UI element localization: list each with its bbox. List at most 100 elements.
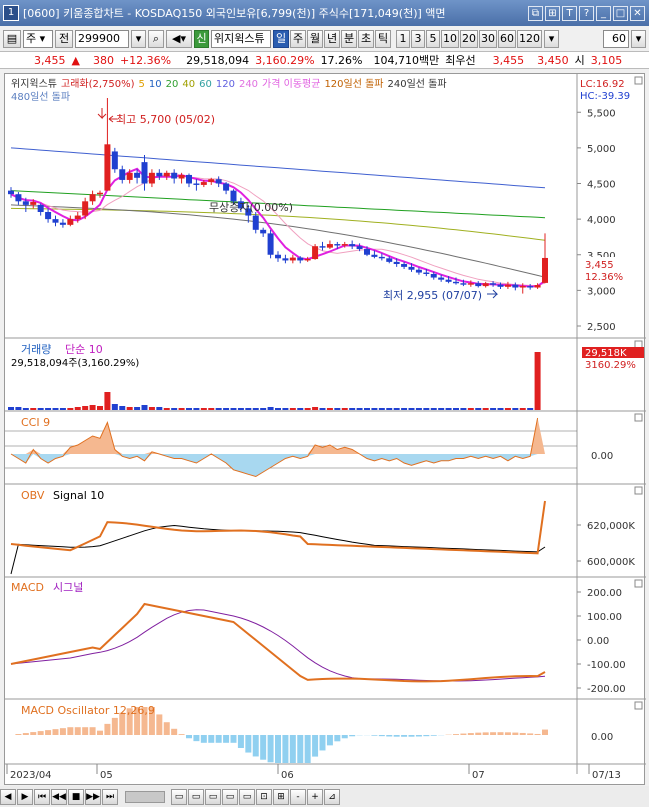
window-button-6[interactable]: ✕ — [630, 5, 645, 21]
volume-bar — [237, 408, 244, 410]
nav-button-10[interactable]: ▭ — [222, 788, 238, 805]
nav-button-8[interactable]: ▭ — [188, 788, 204, 805]
osc-bar — [319, 735, 326, 751]
volume-bar — [156, 407, 163, 410]
candle-body — [111, 151, 118, 170]
candle-body — [297, 257, 304, 261]
osc-bar — [223, 735, 230, 743]
nav-button-14[interactable]: - — [290, 788, 306, 805]
candle-body — [289, 257, 296, 261]
candle-body — [430, 273, 437, 278]
candle-body — [141, 162, 148, 184]
window-button-2[interactable]: T — [562, 5, 577, 21]
volume-bar — [475, 408, 482, 410]
candle-body — [223, 183, 230, 191]
candle-body — [97, 192, 103, 195]
minute-tab[interactable]: 5 — [426, 30, 440, 48]
volume-bar — [304, 408, 311, 410]
window-button-4[interactable]: _ — [596, 5, 611, 21]
osc-bar — [490, 732, 497, 735]
candle-body — [156, 172, 163, 177]
window-button-1[interactable]: ⊞ — [545, 5, 560, 21]
candle-body — [193, 183, 200, 185]
nav-button-4[interactable]: ■ — [68, 788, 84, 805]
nav-button-6[interactable]: ⏭ — [102, 788, 118, 805]
nav-button-2[interactable]: ⏮ — [34, 788, 50, 805]
volume-bar — [141, 405, 148, 410]
nav-button-15[interactable]: + — [307, 788, 323, 805]
search-icon[interactable]: ▤ — [3, 30, 21, 48]
minute-tab[interactable]: 30 — [479, 30, 497, 48]
period-tab[interactable]: 일 — [273, 30, 289, 48]
volume-bar — [178, 408, 185, 410]
osc-bar — [289, 735, 296, 763]
minute-tab[interactable]: 1 — [396, 30, 410, 48]
window-button-5[interactable]: □ — [613, 5, 628, 21]
nav-button-5[interactable]: ▶▶ — [85, 788, 101, 805]
candle-body — [282, 258, 289, 261]
osc-bar — [45, 730, 52, 735]
candle-body — [341, 244, 348, 246]
signal-badge[interactable]: 신 — [194, 30, 209, 48]
osc-bar — [415, 735, 422, 737]
nav-button-16[interactable]: ⊿ — [324, 788, 340, 805]
period-tab[interactable]: 년 — [324, 30, 340, 48]
candle-body — [423, 272, 430, 274]
minute-tab[interactable]: 20 — [460, 30, 478, 48]
window-number: 1 — [3, 5, 19, 21]
osc-bar — [326, 735, 333, 746]
nav-button-11[interactable]: ▭ — [239, 788, 255, 805]
dropdown-icon[interactable]: ▾ — [544, 30, 559, 48]
obv-title: OBV — [21, 489, 45, 502]
nav-button-1[interactable]: ▶ — [17, 788, 33, 805]
period-tab[interactable]: 월 — [307, 30, 323, 48]
period-tabs: 일주월년분초틱 — [273, 30, 391, 48]
osc-bar — [504, 732, 511, 735]
chart-svg[interactable]: 5,5005,0004,5004,0003,5003,0002,500 위지윅스… — [5, 74, 646, 786]
osc-bar — [30, 732, 37, 735]
minute-tab[interactable]: 60 — [498, 30, 516, 48]
osc-bar — [193, 735, 200, 742]
nav-button-13[interactable]: ⊞ — [273, 788, 289, 805]
nav-button-0[interactable]: ◀ — [0, 788, 16, 805]
speaker-icon[interactable]: ◀▾ — [166, 30, 192, 48]
osc-bar — [497, 732, 504, 735]
count-input[interactable]: 60 — [603, 30, 629, 48]
osc-bar — [430, 735, 437, 736]
nav-button-7[interactable]: ▭ — [171, 788, 187, 805]
dropdown-icon[interactable]: ▾ — [131, 30, 146, 48]
stock-name-field[interactable]: 위지윅스튜 — [211, 30, 271, 48]
scrollbar-thumb[interactable] — [125, 790, 165, 803]
minute-tab[interactable]: 120 — [517, 30, 542, 48]
chart-area[interactable]: 5,500 5,000 4,500 4,000 3,500 3,000 2,500 위지윅스… — [4, 73, 646, 786]
dropdown-icon[interactable]: ▾ — [631, 30, 646, 48]
minute-tab[interactable]: 3 — [411, 30, 425, 48]
candle-body — [356, 246, 363, 250]
volume-bar — [215, 408, 222, 410]
nav-button-3[interactable]: ◀◀ — [51, 788, 67, 805]
code-input[interactable]: 299900 — [75, 30, 129, 48]
minute-tab[interactable]: 10 — [441, 30, 459, 48]
window-button-3[interactable]: ? — [579, 5, 594, 21]
candle-body — [415, 269, 422, 273]
period-tab[interactable]: 틱 — [375, 30, 391, 48]
window-button-0[interactable]: ⧉ — [528, 5, 543, 21]
candle-body — [445, 279, 452, 282]
period-tab[interactable]: 주 — [290, 30, 306, 48]
period-tab[interactable]: 초 — [358, 30, 374, 48]
osc-bar — [512, 732, 519, 735]
nav-button-9[interactable]: ▭ — [205, 788, 221, 805]
volume-bar — [371, 408, 378, 410]
y-tick-label: 4,000 — [587, 215, 616, 226]
vol-ratio-value: 3,160.29% — [255, 53, 315, 67]
osc-bar — [67, 727, 74, 735]
candle-body — [119, 169, 126, 180]
header-item: 120 — [216, 79, 235, 90]
search-icon[interactable]: ⌕ — [148, 30, 164, 48]
nav-button-12[interactable]: ⊡ — [256, 788, 272, 805]
volume-bar — [519, 408, 526, 410]
volume-bar — [8, 407, 14, 410]
prev-button[interactable]: 전 — [55, 30, 73, 48]
period-select[interactable]: 주 ▾ — [23, 30, 53, 48]
period-tab[interactable]: 분 — [341, 30, 357, 48]
